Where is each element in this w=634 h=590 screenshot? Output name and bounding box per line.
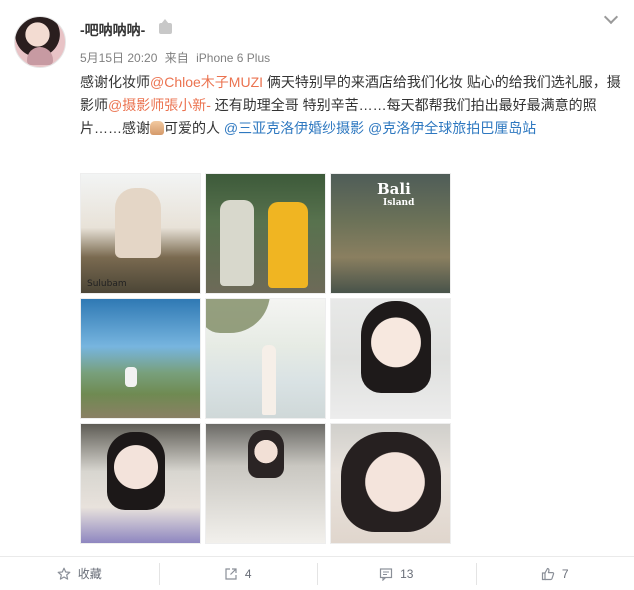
like-button[interactable]: 7 [475,557,634,590]
weibo-post-card: -吧呐呐呐- 5月15日 20:20 来自 iPhone 6 Plus 感谢化妆… [0,0,634,590]
favorite-button[interactable]: 收藏 [0,557,159,590]
comment-count: 13 [400,566,414,581]
comment-button[interactable]: 13 [317,557,476,590]
photo-thumbnail[interactable] [80,423,201,544]
photo-thumbnail[interactable]: Bali Island [330,173,451,294]
post-time[interactable]: 5月15日 20:20 [80,51,157,65]
post-meta: 5月15日 20:20 来自 iPhone 6 Plus [80,49,274,66]
photo-grid: Sulubam Bali Island [80,173,452,545]
repost-button[interactable]: 4 [158,557,318,590]
photo-thumbnail[interactable] [205,173,326,294]
photo-thumbnail[interactable] [330,298,451,419]
like-count: 7 [561,566,569,581]
mention-link[interactable]: @摄影师張小新- [108,97,211,113]
thumbs-up-icon [541,567,555,581]
photo-thumbnail[interactable] [330,423,451,544]
photo-watermark: Sulubam [87,279,127,289]
star-icon [57,567,71,581]
photo-thumbnail[interactable] [205,423,326,544]
photo-overlay-text: Bali Island [377,182,414,210]
photo-thumbnail[interactable] [205,298,326,419]
username[interactable]: -吧呐呐呐- [80,20,145,40]
action-bar: 收藏 4 13 7 [0,557,634,590]
mention-link[interactable]: @克洛伊全球旅拍巴厘岛站 [364,120,536,136]
content-text: 可爱的人 [164,120,224,136]
favorite-label: 收藏 [77,567,102,581]
post-source[interactable]: iPhone 6 Plus [196,51,270,65]
chevron-down-icon[interactable] [603,9,619,25]
share-icon [224,567,238,581]
post-content: 感谢化妆师@Chloe木子MUZI 俩天特别早的来酒店给我们化妆 贴心的给我们选… [80,71,625,140]
pray-emoji-icon [150,121,164,135]
photo-thumbnail[interactable] [80,298,201,419]
mention-link[interactable]: @三亚克洛伊婚纱摄影 [224,120,364,136]
content-text: 感谢化妆师 [80,74,150,90]
comment-icon [379,567,393,581]
crown-icon [159,19,172,34]
mention-link[interactable]: @Chloe木子MUZI [150,74,263,90]
photo-thumbnail[interactable]: Sulubam [80,173,201,294]
post-source-prefix: 来自 [164,51,189,65]
repost-count: 4 [244,566,252,581]
photo-overlay-subtitle: Island [383,198,415,208]
avatar[interactable] [14,16,66,68]
